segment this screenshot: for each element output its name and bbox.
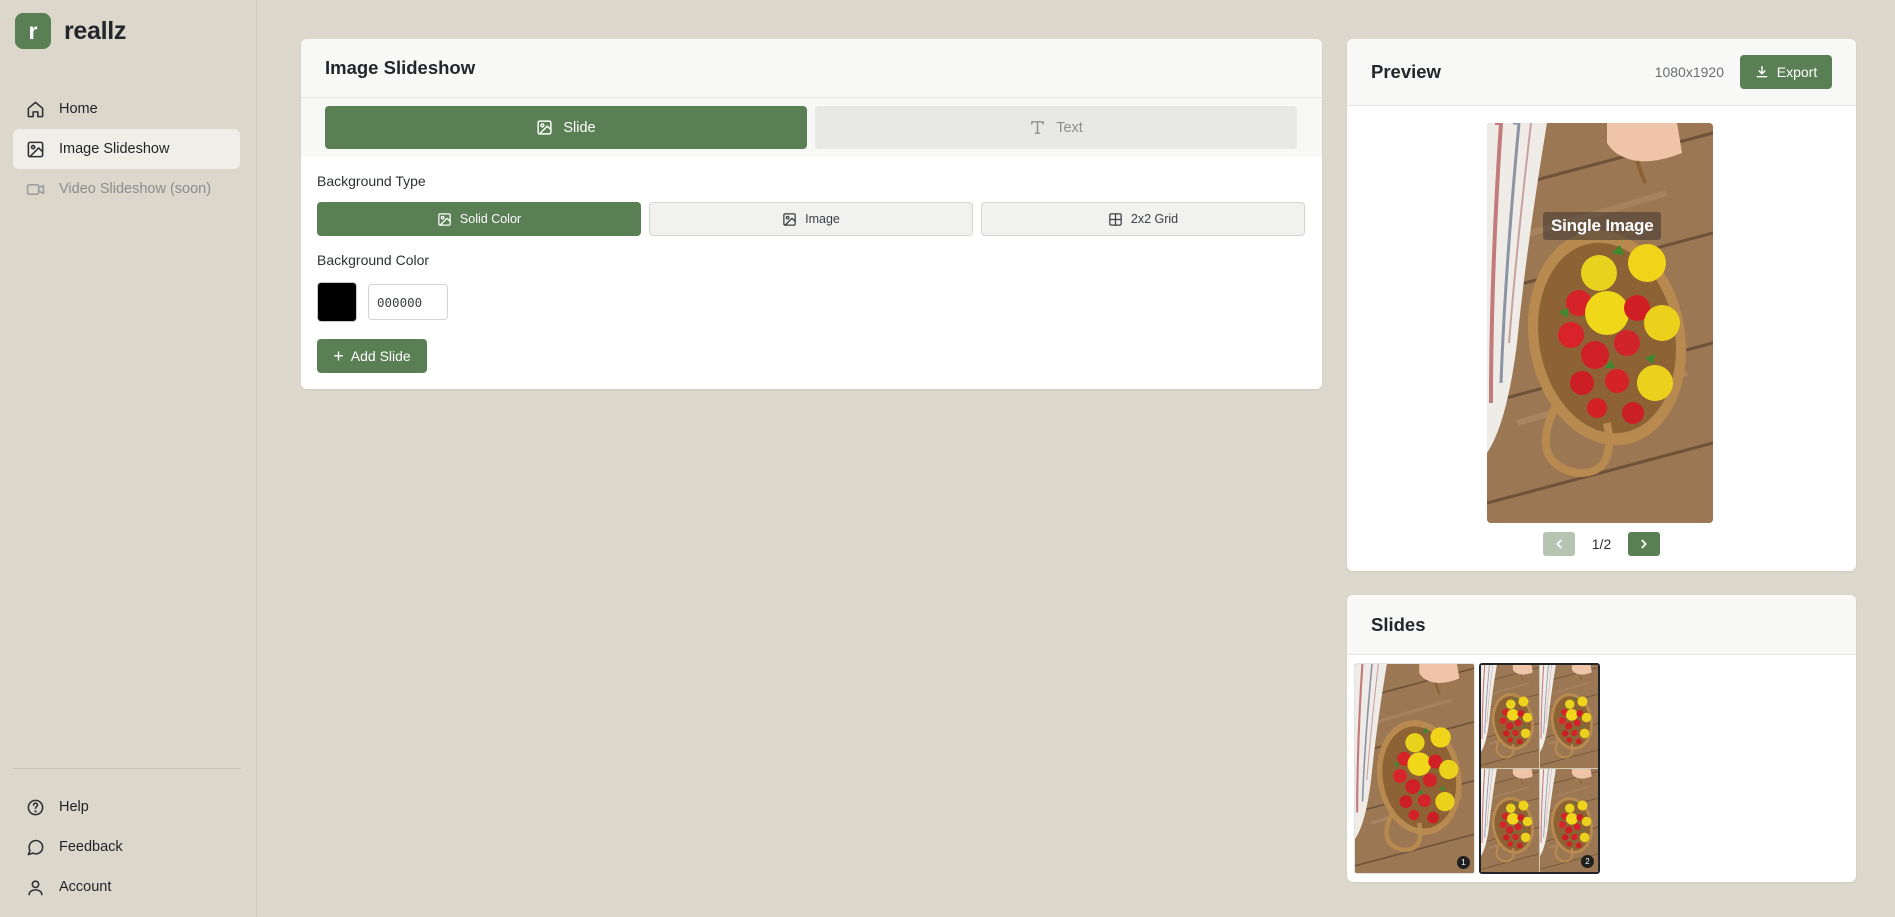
preview-pager: 1/2 (1347, 532, 1856, 556)
preview-title: Preview (1371, 61, 1441, 82)
grid-icon (1109, 212, 1122, 226)
slide-settings: Background Type Solid Color Image 2x2 Gr… (301, 157, 1322, 389)
sidebar-item-label: Account (59, 879, 112, 895)
page-indicator: 1/2 (1591, 536, 1612, 552)
button-label: Add Slide (350, 348, 411, 364)
slide-number-badge: 2 (1581, 855, 1594, 868)
image-icon (783, 212, 796, 226)
sidebar-item-feedback[interactable]: Feedback (13, 827, 240, 867)
overlay-text[interactable]: Single Image (1543, 212, 1662, 240)
background-type-label: Background Type (317, 173, 426, 189)
grid-cell (1481, 769, 1539, 872)
tab-text[interactable]: Text (815, 106, 1297, 149)
logo-icon: r (15, 13, 51, 49)
grid-option[interactable]: 2x2 Grid (981, 202, 1305, 236)
page-title: Image Slideshow (325, 57, 476, 78)
sidebar-item-image-slideshow[interactable]: Image Slideshow (13, 129, 240, 169)
fruit-basket-image (1355, 664, 1475, 874)
slide-thumbnail-1[interactable]: 1 (1354, 663, 1475, 874)
fruit-basket-image (1540, 665, 1598, 768)
user-icon (25, 877, 45, 897)
sidebar: r reallz Home Image Slideshow Video Slid… (0, 0, 257, 917)
secondary-nav: Help Feedback Account (13, 787, 240, 907)
image-icon (25, 139, 45, 159)
image-option[interactable]: Image (649, 202, 973, 236)
image-icon (537, 120, 552, 135)
grid-cell (1481, 665, 1539, 768)
brand[interactable]: r reallz (15, 13, 126, 49)
dimensions-label: 1080x1920 (1654, 64, 1724, 80)
solid-color-option[interactable]: Solid Color (317, 202, 641, 236)
home-icon (25, 99, 45, 119)
sidebar-item-label: Home (59, 101, 98, 117)
fruit-basket-image (1481, 665, 1539, 768)
sidebar-item-account[interactable]: Account (13, 867, 240, 907)
preview-canvas: Single Image (1487, 123, 1713, 523)
next-slide-button[interactable] (1628, 532, 1661, 556)
slides-title: Slides (1371, 613, 1426, 635)
sidebar-divider (13, 768, 241, 769)
option-label: 2x2 Grid (1130, 212, 1179, 226)
image-icon (438, 212, 451, 226)
download-icon (1756, 66, 1768, 78)
preview-panel: Preview 1080x1920 Export Single Image 1/… (1347, 39, 1856, 571)
sidebar-item-label: Help (59, 799, 89, 815)
preview-header: Preview 1080x1920 Export (1347, 39, 1856, 106)
sidebar-item-video-slideshow[interactable]: Video Slideshow (soon) (13, 169, 240, 209)
chevron-left-icon (1556, 539, 1562, 549)
slide-thumbnail-2[interactable]: 2 (1479, 663, 1600, 874)
sidebar-item-label: Image Slideshow (59, 141, 170, 157)
app-name: reallz (64, 16, 127, 45)
export-button[interactable]: Export (1740, 55, 1832, 89)
option-label: Solid Color (459, 212, 522, 226)
help-icon (25, 797, 45, 817)
tab-slide[interactable]: Slide (325, 106, 807, 149)
editor-panel: Image Slideshow Slide Text Background Ty… (301, 39, 1322, 389)
tab-label: Text (1056, 119, 1083, 136)
chevron-right-icon (1641, 539, 1647, 549)
background-color-label: Background Color (317, 252, 430, 268)
video-icon (25, 179, 45, 199)
hex-color-input[interactable] (368, 284, 448, 320)
previous-slide-button[interactable] (1542, 532, 1575, 556)
sidebar-item-label: Video Slideshow (soon) (59, 181, 212, 197)
add-slide-button[interactable]: + Add Slide (317, 339, 427, 373)
sidebar-item-label: Feedback (59, 839, 123, 855)
editor-header: Image Slideshow (301, 39, 1322, 98)
sidebar-item-home[interactable]: Home (13, 89, 240, 129)
text-icon (1031, 121, 1045, 134)
fruit-basket-image (1481, 769, 1539, 872)
fruit-basket-image (1487, 123, 1713, 523)
main-nav: Home Image Slideshow Video Slideshow (so… (13, 89, 240, 209)
option-label: Image (805, 212, 840, 226)
color-swatch[interactable] (317, 282, 357, 322)
slides-header: Slides (1347, 595, 1856, 655)
grid-layout (1481, 665, 1598, 872)
slide-number-badge: 1 (1457, 856, 1470, 869)
sidebar-item-help[interactable]: Help (13, 787, 240, 827)
button-label: Export (1776, 64, 1818, 80)
grid-cell (1540, 665, 1598, 768)
plus-icon: + (333, 346, 344, 366)
slides-panel: Slides 1 2 (1347, 595, 1856, 882)
slide-thumbnails: 1 2 (1354, 663, 1604, 874)
tab-label: Slide (563, 119, 596, 136)
feedback-icon (25, 837, 45, 857)
